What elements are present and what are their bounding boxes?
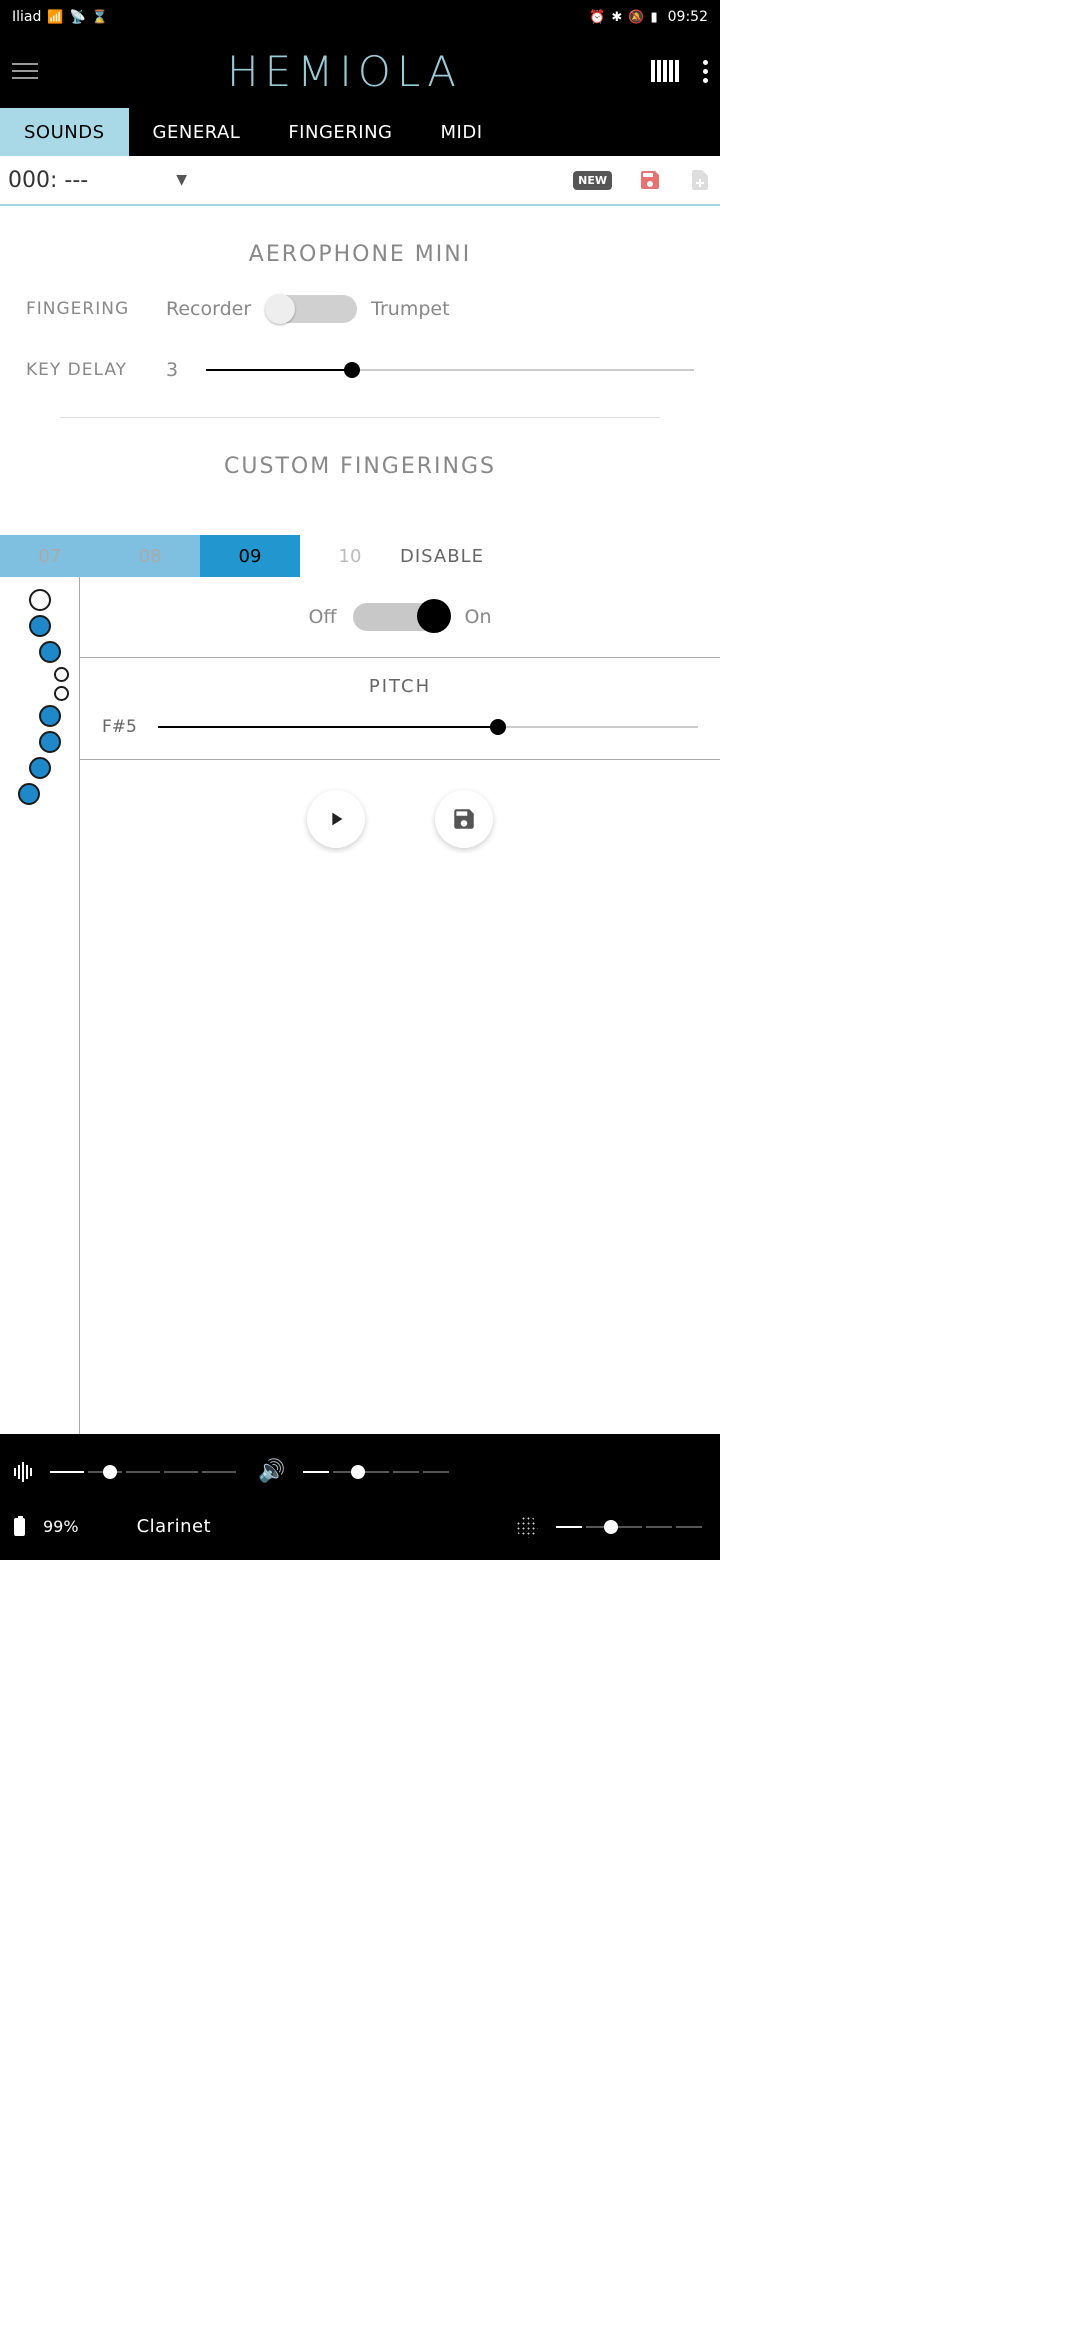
tab-general[interactable]: GENERAL (129, 108, 265, 156)
add-file-button[interactable] (688, 168, 712, 192)
fingering-mode-right-label: Trumpet (371, 298, 449, 320)
fingering-mode-toggle[interactable] (265, 295, 357, 323)
alarm-icon: ⏰ (589, 10, 605, 25)
custom-fingerings-heading: CUSTOM FINGERINGS (0, 418, 720, 507)
bottom-slider-2[interactable] (303, 1464, 453, 1480)
fingering-hole[interactable] (29, 615, 51, 637)
bottom-bar: 🔊 99% Clarinet (0, 1434, 720, 1560)
aerophone-heading: AEROPHONE MINI (0, 206, 720, 295)
custom-fingerings-tabs: 07 08 09 10 DISABLE (0, 535, 720, 577)
keydelay-value: 3 (166, 359, 206, 381)
preset-label: 000: --- (8, 168, 88, 193)
tab-midi[interactable]: MIDI (417, 108, 507, 156)
battery-icon: ▮ (650, 10, 657, 25)
grid-icon[interactable] (516, 1516, 538, 1538)
pitch-slider[interactable] (158, 717, 698, 737)
tab-sounds[interactable]: SOUNDS (0, 108, 129, 156)
keydelay-slider[interactable] (206, 360, 694, 380)
cf-enable-toggle[interactable] (353, 603, 449, 631)
fingering-hole[interactable] (39, 641, 61, 663)
bluetooth-icon: ✱ (611, 10, 622, 25)
instrument-name: Clarinet (137, 1516, 212, 1537)
play-button[interactable] (307, 790, 365, 848)
clock: 09:52 (668, 9, 708, 25)
cf-tab-08[interactable]: 08 (100, 535, 200, 577)
fingering-hole[interactable] (39, 705, 61, 727)
app-title: HEMIOLA (227, 47, 462, 96)
fingering-label: FINGERING (26, 299, 166, 319)
dnd-icon: 🔕 (628, 10, 644, 25)
status-bar: Iliad 📶 📡 ⌛ ⏰ ✱ 🔕 ▮ 09:52 (0, 0, 720, 34)
cf-tab-disable[interactable]: DISABLE (400, 535, 540, 577)
cf-tab-10[interactable]: 10 (300, 535, 400, 577)
pitch-label: PITCH (102, 676, 698, 697)
keydelay-label: KEY DELAY (26, 360, 166, 380)
cf-tab-09[interactable]: 09 (200, 535, 300, 577)
cf-off-label: Off (308, 606, 336, 628)
dropdown-caret-icon: ▼ (176, 172, 187, 188)
fingering-mode-left-label: Recorder (166, 298, 251, 320)
fingering-hole[interactable] (54, 667, 69, 682)
device-battery-icon (14, 1518, 25, 1536)
save-preset-button[interactable] (638, 168, 662, 192)
keyboard-icon[interactable] (651, 60, 679, 82)
overflow-menu-button[interactable] (703, 60, 708, 83)
fingering-hole[interactable] (54, 686, 69, 701)
main-tabs: SOUNDS GENERAL FINGERING MIDI (0, 108, 720, 156)
signal-icon: 📶 (47, 10, 63, 25)
fingering-hole[interactable] (29, 757, 51, 779)
bottom-slider-3[interactable] (556, 1519, 706, 1535)
carrier-label: Iliad (12, 9, 41, 25)
pitch-value: F#5 (102, 717, 142, 737)
fingering-hole[interactable] (39, 731, 61, 753)
levels-icon[interactable] (14, 1462, 32, 1482)
device-battery-label: 99% (43, 1517, 79, 1536)
fingering-hole[interactable] (18, 783, 40, 805)
loading-icon: ⌛ (92, 10, 108, 25)
new-badge[interactable]: NEW (573, 171, 612, 190)
bottom-slider-1[interactable] (50, 1464, 240, 1480)
preset-row: 000: --- ▼ NEW (0, 156, 720, 206)
cf-tab-07[interactable]: 07 (0, 535, 100, 577)
fingering-hole[interactable] (29, 589, 51, 611)
wifi-icon: 📡 (70, 10, 86, 25)
fingering-diagram[interactable] (0, 577, 80, 1434)
cf-on-label: On (465, 606, 492, 628)
preset-selector[interactable]: 000: --- ▼ (8, 168, 187, 193)
volume-icon[interactable]: 🔊 (258, 1459, 285, 1484)
tab-fingering[interactable]: FINGERING (264, 108, 416, 156)
menu-button[interactable] (12, 63, 38, 79)
save-fingering-button[interactable] (435, 790, 493, 848)
app-bar: HEMIOLA (0, 34, 720, 108)
